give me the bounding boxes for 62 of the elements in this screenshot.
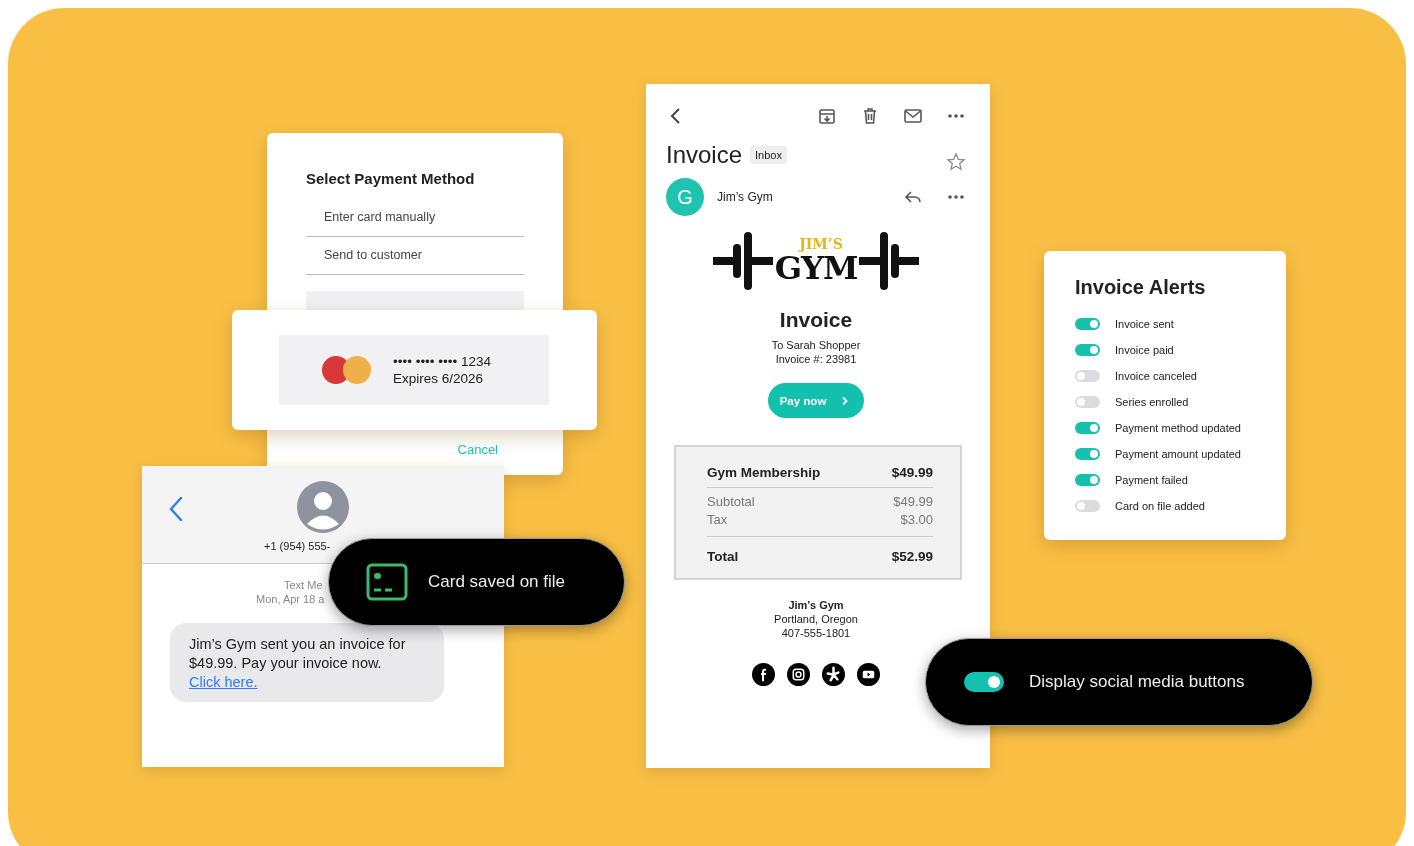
toggle-label: Payment method updated (1115, 422, 1241, 434)
camera-icon[interactable] (787, 663, 810, 686)
sender-name: Jim’s Gym (717, 190, 774, 204)
sender-avatar: G (666, 178, 704, 216)
dialog-title: Select Payment Method (306, 170, 476, 187)
toggle-label: Invoice sent (1115, 318, 1174, 330)
panel-title: Invoice Alerts (1075, 276, 1207, 299)
message-date: Mon, Apr 18 a (256, 593, 325, 605)
dumbbell-end-icon (712, 230, 773, 292)
toggle-label: Series enrolled (1115, 396, 1189, 408)
folder-tag: Inbox (750, 146, 787, 164)
toggle-label: Invoice canceled (1115, 370, 1197, 382)
card-icon (366, 563, 408, 601)
email-subject: Invoice (666, 141, 743, 169)
logo-text: GYM (774, 251, 858, 285)
business-city: Portland, Oregon (774, 612, 858, 626)
toggle-label: Display social media buttons (1029, 672, 1245, 692)
card-number: •••• •••• •••• 1234 (393, 354, 491, 369)
toggle-label: Payment failed (1115, 474, 1188, 486)
line-amount: $49.99 (893, 493, 933, 511)
toggle-switch[interactable] (1075, 422, 1100, 434)
play-icon[interactable] (857, 663, 880, 686)
contact-number: +1 (954) 555- (264, 540, 331, 552)
line-label: Subtotal (707, 493, 755, 511)
avatar-icon (297, 481, 349, 533)
invoice-number: Invoice #: 23981 (775, 352, 857, 366)
toggle-switch[interactable] (1075, 344, 1100, 356)
line-amount: $52.99 (891, 549, 933, 564)
line-label: Total (707, 549, 739, 564)
business-name: Jim’s Gym (788, 598, 844, 612)
invoice-heading: Invoice (779, 308, 853, 332)
toggle-switch[interactable] (1075, 318, 1100, 330)
logo-text: JIM’S (799, 237, 843, 251)
toggle-switch[interactable] (1075, 474, 1100, 486)
toast-message: Card saved on file (428, 572, 566, 592)
toggle-switch[interactable] (1075, 500, 1100, 512)
toggle-label: Invoice paid (1115, 344, 1174, 356)
line-label: Gym Membership (707, 465, 821, 480)
saved-card-item[interactable]: •••• •••• •••• 1234 Expires 6/2026 (279, 335, 549, 405)
flower-icon[interactable] (822, 663, 845, 686)
card-logo-icon (322, 355, 372, 385)
payment-option[interactable]: Enter card manually (306, 199, 524, 237)
toggle-label: Card on file added (1115, 500, 1205, 512)
message-text: Jim’s Gym sent you an invoice for $49.99. Pay your invoice now. Click here. (189, 635, 407, 692)
business-phone: 407-555-1801 (781, 626, 851, 640)
toggle-switch[interactable] (1075, 370, 1100, 382)
star-icon[interactable] (946, 152, 966, 172)
archive-icon[interactable] (817, 106, 837, 126)
message-service: Text Me (284, 579, 323, 591)
dumbbell-end-icon (859, 230, 920, 292)
line-label: Tax (707, 511, 728, 529)
toggle-label: Payment amount updated (1115, 448, 1241, 460)
line-amount: $3.00 (900, 511, 933, 529)
payment-option[interactable]: Send to customer (306, 237, 524, 275)
invoice-recipient: To Sarah Shopper (771, 338, 861, 352)
toggle-switch[interactable] (964, 672, 1004, 692)
toggle-switch[interactable] (1075, 448, 1100, 460)
line-amount: $49.99 (891, 465, 933, 480)
toggle-switch[interactable] (1075, 396, 1100, 408)
mail-icon[interactable] (903, 106, 923, 126)
card-expiry: Expires 6/2026 (393, 371, 485, 386)
letter-f-icon[interactable] (752, 663, 775, 686)
